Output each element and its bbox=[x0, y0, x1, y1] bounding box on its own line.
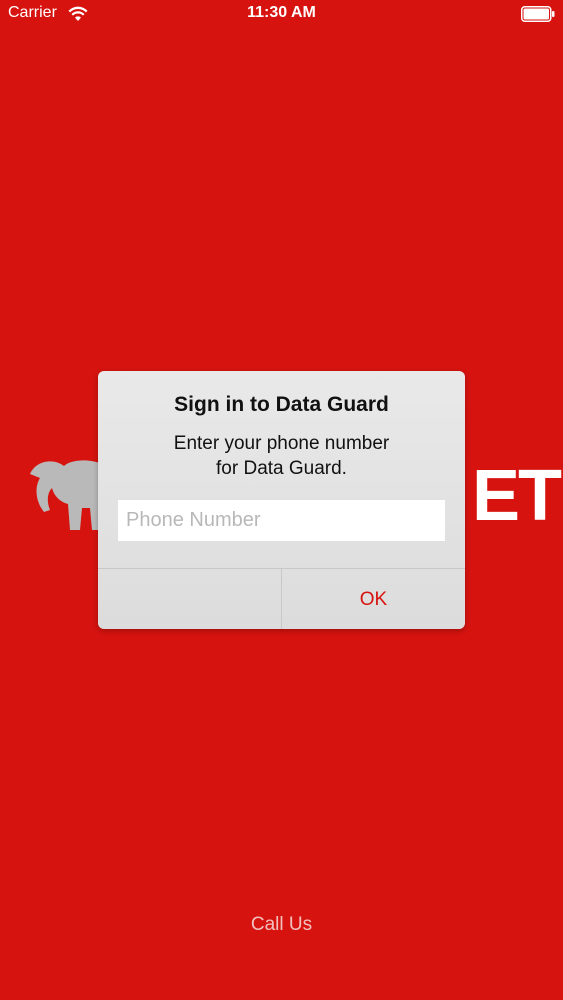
alert-message-line-1: Enter your phone number bbox=[173, 433, 390, 454]
call-us-link[interactable]: Call Us bbox=[0, 914, 563, 936]
status-time: 11:30 AM bbox=[247, 4, 316, 21]
alert-button-row: OK bbox=[98, 568, 465, 629]
status-bar: Carrier 11:30 AM bbox=[0, 0, 563, 30]
alert-message: Enter your phone number for Data Guard. bbox=[118, 431, 445, 481]
sign-in-alert: Sign in to Data Guard Enter your phone n… bbox=[98, 371, 465, 629]
battery-icon bbox=[521, 6, 555, 22]
logo-wordmark: ET bbox=[472, 456, 562, 536]
cancel-button[interactable] bbox=[98, 569, 281, 629]
phone-number-input[interactable] bbox=[118, 500, 445, 541]
ok-button[interactable]: OK bbox=[281, 569, 465, 629]
alert-title: Sign in to Data Guard bbox=[174, 393, 389, 416]
alert-message-line-2: for Data Guard. bbox=[216, 458, 347, 479]
